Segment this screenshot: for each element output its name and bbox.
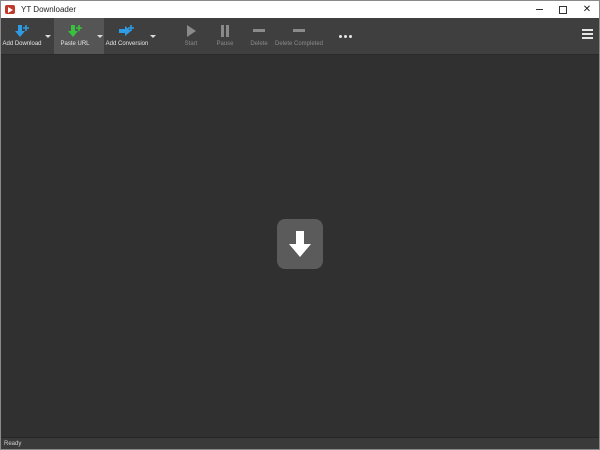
toolbar: Add Download Paste URL Add Conversion St… <box>1 18 599 55</box>
pause-label: Pause <box>216 41 234 47</box>
paste-url-button[interactable]: Paste URL <box>54 18 96 54</box>
add-download-icon <box>13 23 31 39</box>
pause-button[interactable]: Pause <box>212 18 238 54</box>
download-arrow-icon <box>289 231 311 257</box>
window-title: YT Downloader <box>21 5 76 14</box>
app-window: YT Downloader ✕ Add Download Paste URL A… <box>0 0 600 450</box>
paste-url-icon <box>66 23 84 39</box>
more-options-button[interactable] <box>339 35 352 38</box>
add-conversion-dropdown[interactable] <box>149 18 157 54</box>
minimize-button[interactable] <box>527 1 551 18</box>
delete-label: Delete <box>250 41 268 47</box>
maximize-button[interactable] <box>551 1 575 18</box>
status-text: Ready <box>4 440 22 447</box>
title-bar: YT Downloader ✕ <box>1 1 599 18</box>
paste-url-label: Paste URL <box>60 41 90 47</box>
add-download-dropdown[interactable] <box>44 18 52 54</box>
app-logo-icon <box>5 5 15 14</box>
add-download-button[interactable]: Add Download <box>1 18 43 54</box>
paste-url-dropdown[interactable] <box>96 18 104 54</box>
add-conversion-button[interactable]: Add Conversion <box>106 18 148 54</box>
close-button[interactable]: ✕ <box>575 1 599 18</box>
window-controls: ✕ <box>527 1 599 18</box>
start-label: Start <box>184 41 198 47</box>
delete-completed-label: Delete Completed <box>274 41 324 47</box>
minus-icon <box>292 23 306 39</box>
play-icon <box>185 23 197 39</box>
start-button[interactable]: Start <box>178 18 204 54</box>
status-bar: Ready <box>1 437 599 449</box>
downloads-area[interactable] <box>1 55 599 438</box>
add-conversion-icon <box>118 23 136 39</box>
add-conversion-label: Add Conversion <box>105 41 149 47</box>
more-dots-icon <box>339 35 342 38</box>
delete-button[interactable]: Delete <box>246 18 272 54</box>
pause-icon <box>219 23 231 39</box>
delete-completed-button[interactable]: Delete Completed <box>274 18 324 54</box>
download-arrow-tile <box>277 219 323 269</box>
minus-icon <box>252 23 266 39</box>
hamburger-menu-icon[interactable] <box>582 29 593 41</box>
add-download-label: Add Download <box>2 41 42 47</box>
